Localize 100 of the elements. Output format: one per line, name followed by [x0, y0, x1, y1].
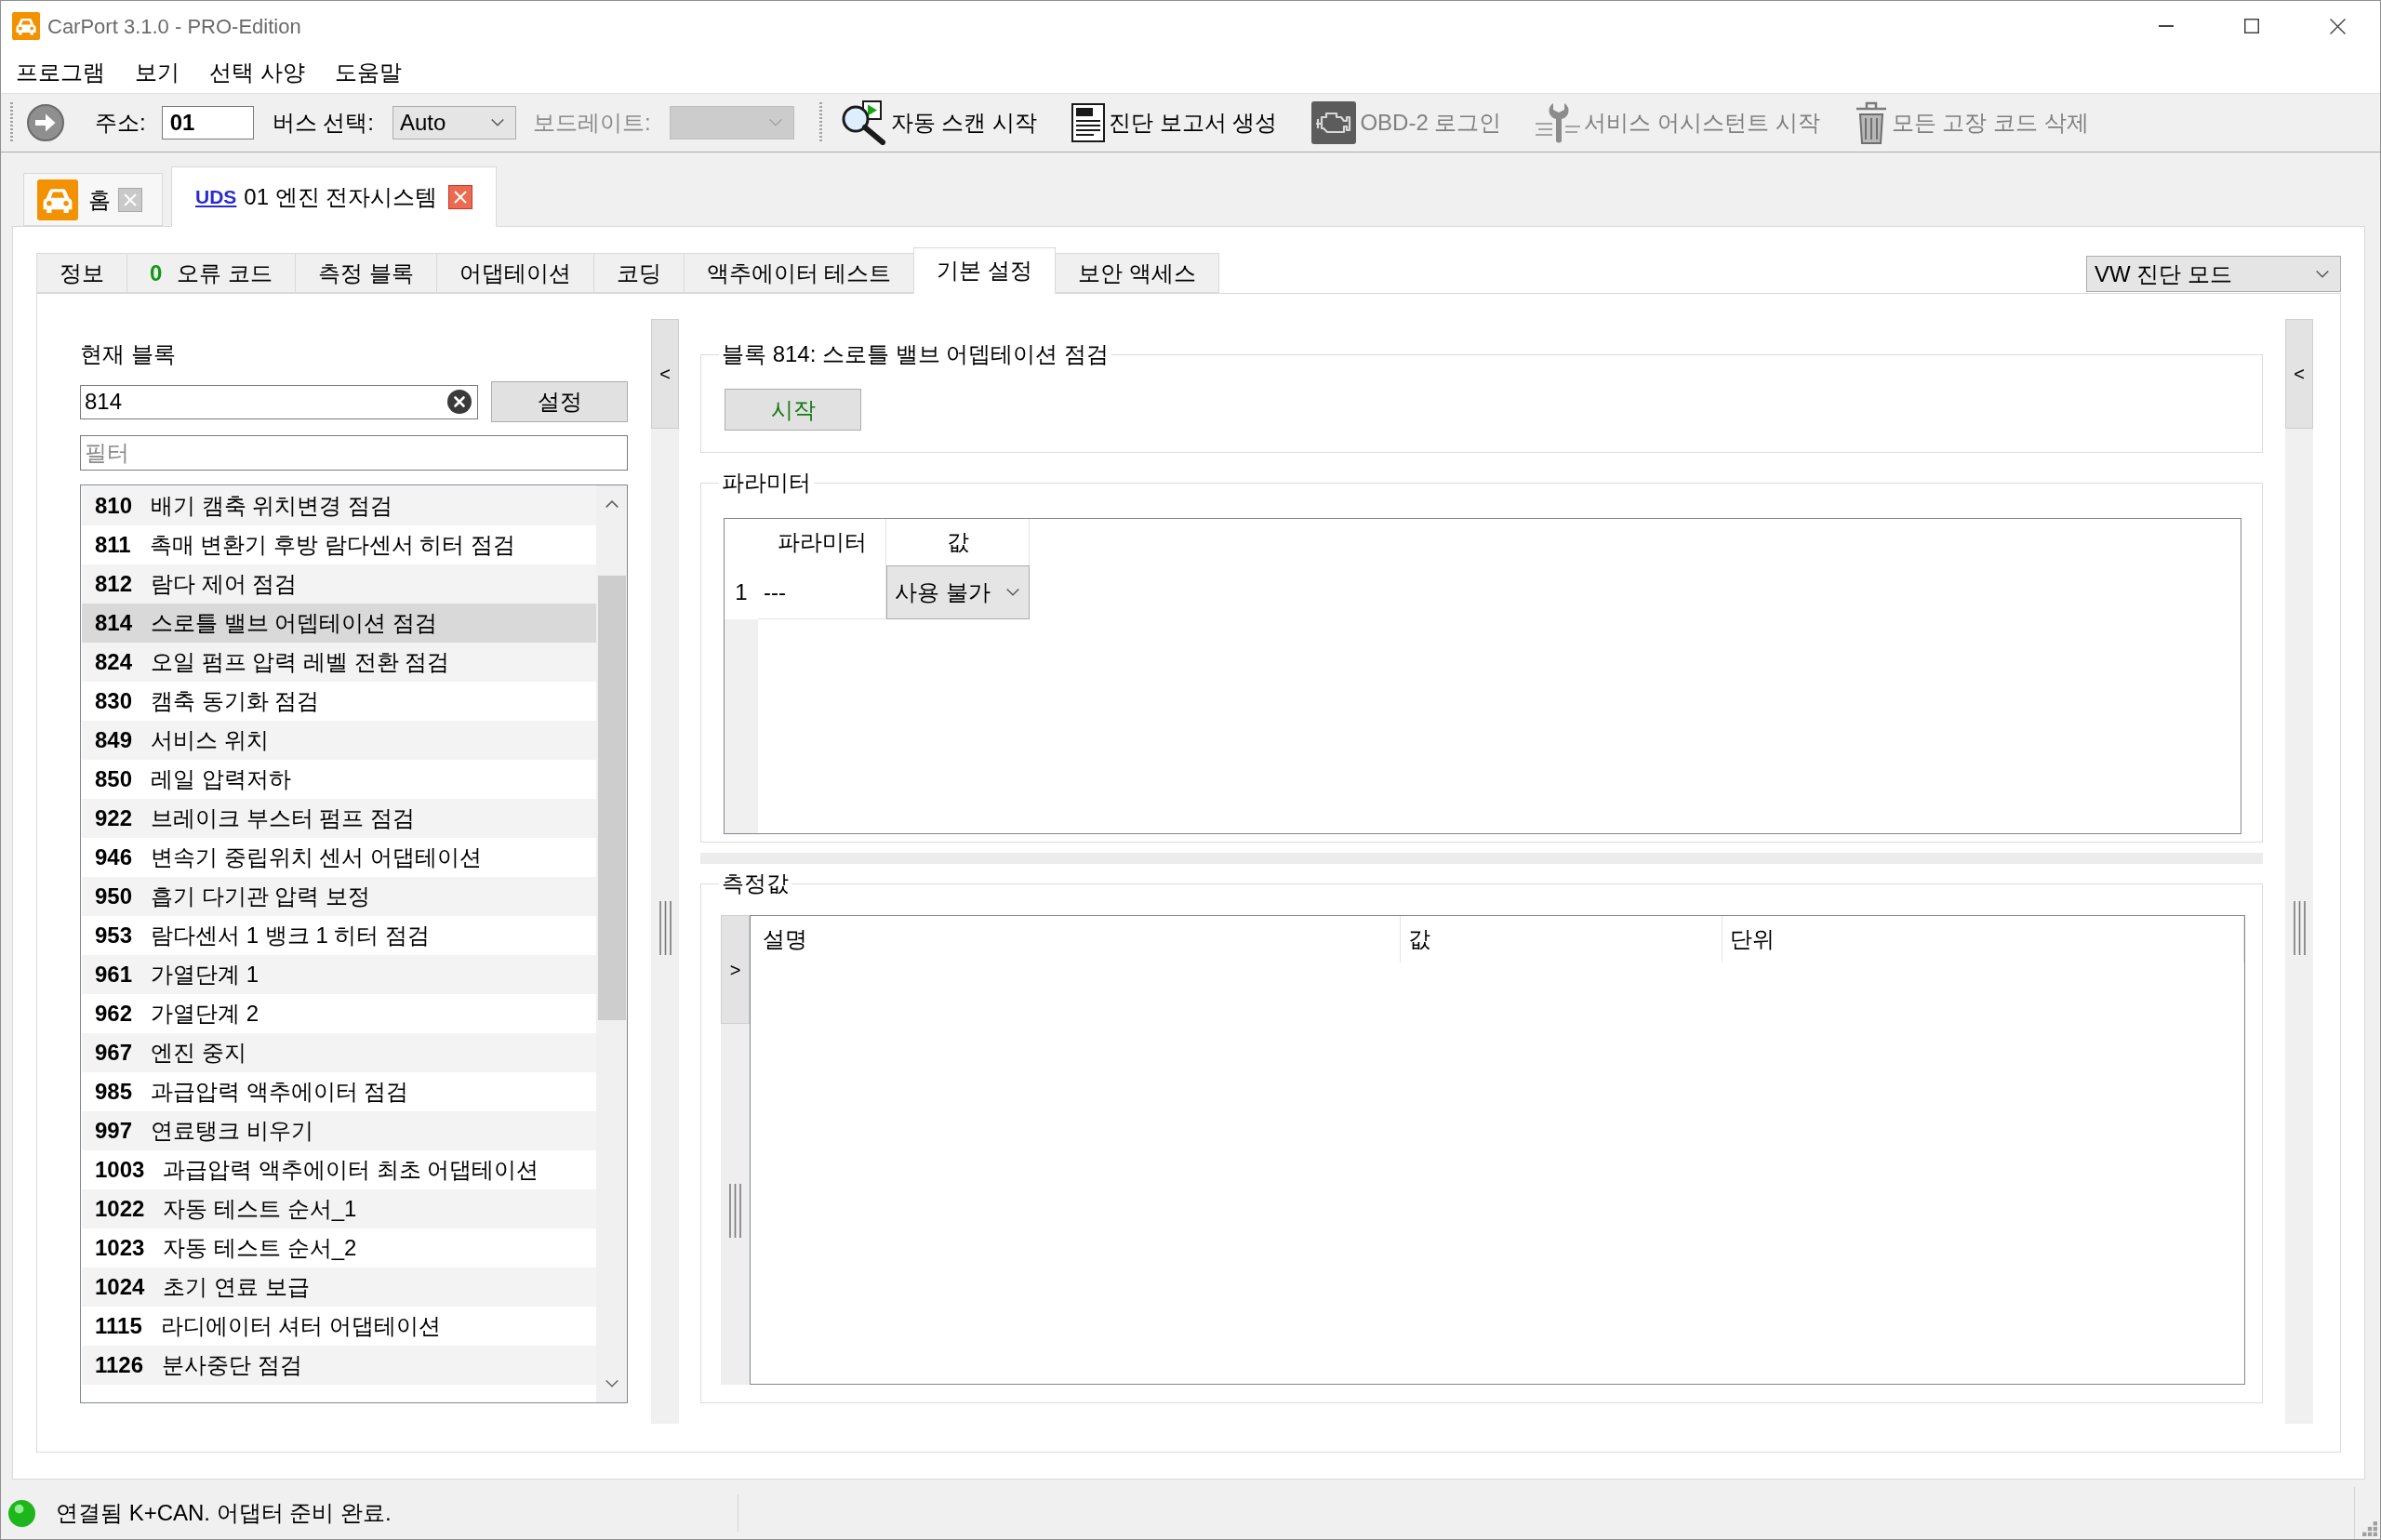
menu-item[interactable]: 선택 사양: [194, 51, 320, 93]
block-name: 캠축 동기화 점검: [151, 687, 320, 715]
toolbar-button[interactable]: 진단 보고서 생성: [1071, 99, 1278, 147]
document-tab[interactable]: UDS 01 엔진 전자시스템: [171, 166, 498, 227]
block-name: 오일 펌프 압력 레벨 전환 점검: [151, 648, 450, 676]
block-name: 라디에이터 셔터 어댑테이션: [160, 1312, 442, 1340]
value-select[interactable]: 사용 불가: [886, 565, 1030, 619]
block-number: 1115: [95, 1312, 142, 1340]
chevron-down-icon: [605, 1380, 619, 1387]
close-icon[interactable]: [448, 184, 473, 209]
grip-icon: [818, 102, 823, 143]
scrollbar[interactable]: [596, 485, 627, 1402]
block-list-item[interactable]: 810 배기 캠축 위치변경 점검: [82, 486, 596, 525]
trash-icon: [1854, 101, 1888, 144]
block-number: 810: [95, 492, 133, 520]
tab[interactable]: 0 오류 코드: [126, 253, 297, 293]
document-tab[interactable]: 홈: [23, 173, 163, 226]
block-number: 811: [95, 531, 131, 559]
document-icon: [1071, 103, 1106, 142]
tab[interactable]: 어댑테이션: [435, 253, 594, 293]
block-number: 849: [95, 726, 133, 754]
block-number: 961: [95, 961, 133, 989]
go-button[interactable]: [27, 104, 64, 141]
block-name: 브레이크 부스터 펌프 점검: [151, 804, 416, 832]
block-name: 연료탱크 비우기: [151, 1117, 313, 1145]
block-list-item[interactable]: 997 연료탱크 비우기: [82, 1111, 596, 1150]
menu-item[interactable]: 보기: [120, 51, 194, 93]
grip-icon: [10, 102, 14, 143]
resize-grip-icon[interactable]: [2362, 1521, 2377, 1536]
block-name: 초기 연료 보급: [163, 1273, 310, 1301]
block-list-item[interactable]: 812 람다 제어 점검: [82, 564, 596, 604]
block-number: 997: [95, 1117, 133, 1145]
address-field[interactable]: 01: [161, 106, 254, 139]
splitter[interactable]: <: [2285, 319, 2313, 1424]
block-list-item[interactable]: 961 가열단계 1: [82, 955, 596, 994]
block-number: 1024: [95, 1273, 145, 1301]
block-list-item[interactable]: 922 브레이크 부스터 펌프 점검: [82, 799, 596, 838]
tab[interactable]: 측정 블록: [295, 253, 437, 293]
block-name: 가열단계 1: [151, 961, 259, 989]
block-name: 배기 캠축 위치변경 점검: [151, 492, 393, 520]
menu-item[interactable]: 도움말: [319, 51, 417, 93]
block-number: 814: [95, 609, 133, 637]
column-header: 값: [1401, 916, 1723, 962]
baudrate-label: 보드레이트:: [533, 109, 651, 137]
maximize-icon: [2244, 19, 2259, 33]
block-number: 946: [95, 843, 133, 871]
mode-select[interactable]: VW 진단 모드: [2086, 256, 2341, 292]
block-list-item[interactable]: 824 오일 펌프 압력 레벨 전환 점검: [82, 643, 596, 682]
block-number: 1023: [95, 1234, 145, 1262]
toolbar-button[interactable]: 자동 스캔 시작: [840, 99, 1038, 147]
block-list-item[interactable]: 849 서비스 위치: [82, 721, 596, 760]
chevron-down-icon: [1006, 589, 1019, 596]
window-title: CarPort 3.1.0 - PRO-Edition: [47, 13, 301, 40]
close-icon[interactable]: [118, 187, 142, 212]
bus-select[interactable]: Auto: [392, 106, 516, 139]
tab[interactable]: 정보: [36, 253, 127, 293]
block-name: 레일 압력저하: [151, 765, 291, 793]
block-name: 엔진 중지: [151, 1039, 246, 1067]
scrollbar-thumb[interactable]: [597, 576, 626, 1020]
grip-icon: [658, 901, 672, 955]
collapse-button[interactable]: <: [651, 319, 679, 429]
block-name: 과급압력 액추에이터 최초 어댑테이션: [163, 1156, 539, 1184]
menu-item[interactable]: 프로그램: [1, 51, 120, 93]
protocol-label: UDS: [195, 184, 237, 209]
block-name: 촉매 변환기 후방 람다센서 히터 점검: [149, 531, 516, 559]
block-name: 자동 테스트 순서_1: [163, 1195, 357, 1223]
chevron-up-icon[interactable]: [605, 500, 619, 508]
engine-icon: [1311, 101, 1357, 144]
block-name: 람다센서 1 뱅크 1 히터 점검: [151, 922, 431, 949]
car-icon: [12, 12, 40, 40]
arrow-right-icon: [27, 104, 64, 141]
clear-icon[interactable]: [447, 390, 472, 414]
block-number: 922: [95, 804, 133, 832]
block-list-item[interactable]: 1024 초기 연료 보급: [82, 1268, 596, 1307]
splitter[interactable]: [721, 1024, 750, 1385]
collapse-button[interactable]: <: [2285, 319, 2313, 429]
tab[interactable]: 코딩: [592, 253, 685, 293]
block-list-item[interactable]: 814 스로틀 밸브 어뎁테이션 점검: [82, 604, 596, 643]
splitter[interactable]: <: [651, 319, 679, 1424]
magnifier-icon: [840, 100, 887, 145]
tab[interactable]: 보안 액세스: [1055, 253, 1219, 293]
status-text: 연결됨 K+CAN. 어댑터 준비 완료.: [56, 1499, 392, 1527]
start-button[interactable]: 시작: [725, 389, 861, 431]
block-number: 812: [95, 570, 133, 598]
column-header: 파라미터: [758, 519, 886, 565]
block-list-item[interactable]: 1022 자동 테스트 순서_1: [82, 1189, 596, 1228]
block-list-item[interactable]: 967 엔진 중지: [82, 1033, 596, 1072]
block-field[interactable]: 814: [80, 384, 478, 419]
block-name: 분사중단 점검: [162, 1351, 302, 1379]
tab[interactable]: 기본 설정: [913, 247, 1057, 294]
block-number: 962: [95, 1000, 133, 1028]
group-title: 블록 814: 스로틀 밸브 어뎁테이션 점검: [721, 340, 1111, 368]
grip-icon: [729, 1184, 741, 1238]
expand-button[interactable]: >: [721, 915, 750, 1024]
block-list-item[interactable]: 950 흡기 다기관 압력 보정: [82, 877, 596, 916]
tab[interactable]: 액추에이터 테스트: [683, 253, 915, 293]
set-button[interactable]: 설정: [491, 381, 628, 422]
close-icon: [2329, 18, 2346, 34]
group-title: 파라미터: [721, 469, 812, 497]
block-list-item[interactable]: 1126 분사중단 점검: [82, 1346, 596, 1385]
